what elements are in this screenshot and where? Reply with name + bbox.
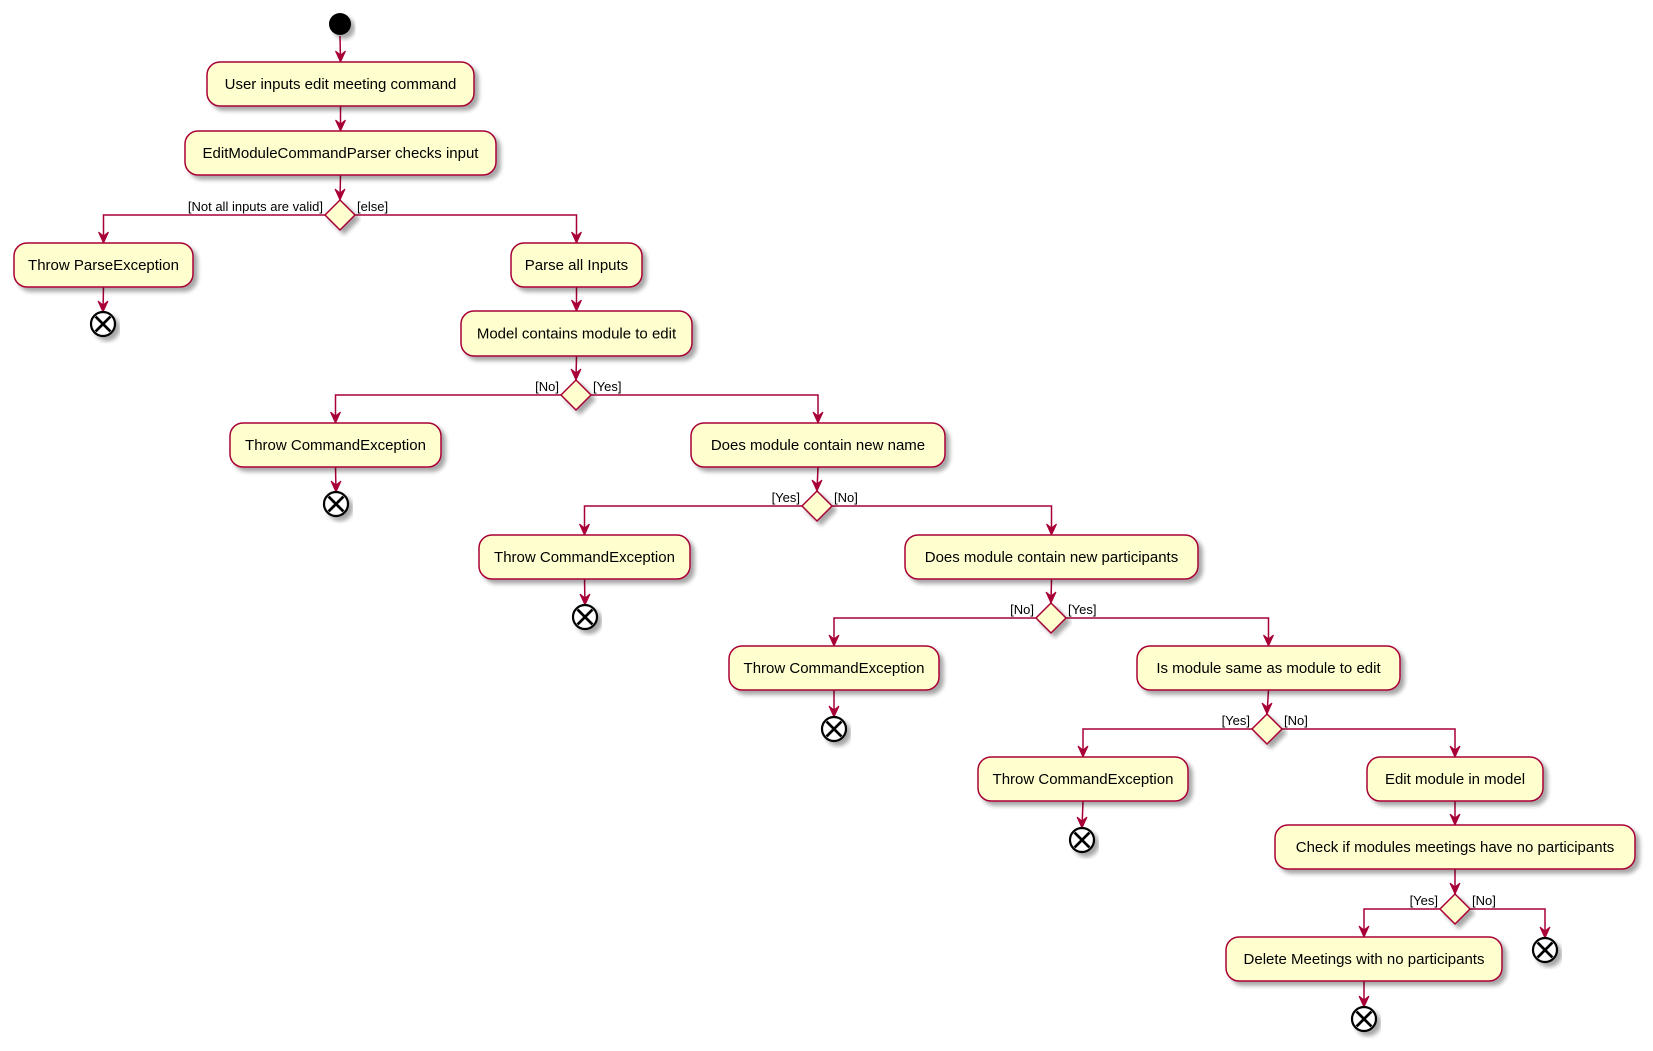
end-node-icon bbox=[1531, 936, 1559, 964]
flow-edge bbox=[828, 690, 840, 719]
activity-a15: Delete Meetings with no participants bbox=[1225, 936, 1503, 982]
flow-edge bbox=[811, 466, 823, 493]
decision-diamond bbox=[800, 489, 834, 523]
guard-label-left: [No] bbox=[535, 379, 559, 394]
end-node-icon bbox=[322, 490, 350, 518]
end-node-icon bbox=[89, 310, 117, 338]
end-node-icon bbox=[820, 715, 848, 743]
flow-edge bbox=[334, 174, 346, 202]
edge-line bbox=[102, 214, 325, 243]
end-node-icon bbox=[1068, 826, 1096, 854]
flow-edge bbox=[1449, 869, 1461, 896]
activity-label: Delete Meetings with no participants bbox=[1244, 951, 1485, 968]
decision-diamond bbox=[1438, 892, 1472, 926]
end-node-icon bbox=[1350, 1005, 1378, 1033]
flow-edge bbox=[98, 214, 325, 245]
activity-label: Check if modules meetings have no partic… bbox=[1296, 839, 1615, 856]
guard-label-left: [Yes] bbox=[1410, 893, 1438, 908]
guard-label-right: [No] bbox=[834, 490, 858, 505]
edge-line bbox=[583, 505, 802, 535]
guard-label-left: [Yes] bbox=[1222, 713, 1250, 728]
activity-a8: Throw CommandException bbox=[478, 534, 691, 580]
end-node-icon bbox=[571, 603, 599, 631]
decision-diamond bbox=[559, 378, 593, 412]
flow-edge bbox=[1449, 801, 1461, 827]
flow-edge bbox=[335, 35, 346, 64]
activity-a13: Edit module in model bbox=[1366, 756, 1544, 802]
guard-label-right: [No] bbox=[1472, 893, 1496, 908]
flow-edge bbox=[828, 617, 1036, 648]
activity-a7: Does module contain new name bbox=[690, 422, 946, 468]
activity-a2: EditModuleCommandParser checks input bbox=[184, 130, 497, 176]
activity-a1: User inputs edit meeting command bbox=[206, 61, 475, 107]
flow-edge bbox=[832, 505, 1057, 537]
flow-edge bbox=[1045, 578, 1057, 605]
decision-diamond bbox=[1250, 712, 1284, 746]
guard-label-left: [Not all inputs are valid] bbox=[188, 199, 323, 214]
edge-line bbox=[1363, 908, 1440, 937]
activity-label: EditModuleCommandParser checks input bbox=[203, 145, 480, 162]
edge-line bbox=[832, 505, 1053, 535]
activity-a5: Model contains module to edit bbox=[460, 310, 693, 357]
activity-label: Does module contain new name bbox=[711, 437, 925, 454]
flow-edge bbox=[591, 394, 824, 425]
activity-a3: Throw ParseException bbox=[13, 242, 194, 288]
activity-label: Edit module in model bbox=[1385, 771, 1525, 788]
activity-label: Throw CommandException bbox=[993, 771, 1174, 788]
flow-edge bbox=[579, 578, 591, 607]
activity-a4: Parse all Inputs bbox=[510, 242, 643, 288]
flow-edge bbox=[1282, 728, 1461, 759]
activity-label: User inputs edit meeting command bbox=[225, 76, 457, 93]
edge-line bbox=[355, 214, 578, 243]
activity-a12: Throw CommandException bbox=[977, 756, 1189, 802]
start-node bbox=[329, 13, 351, 35]
flow-edge bbox=[330, 394, 561, 425]
edge-line bbox=[1082, 728, 1252, 757]
guard-label-left: [No] bbox=[1010, 602, 1034, 617]
activity-diagram: User inputs edit meeting command EditModu… bbox=[13, 13, 1636, 1033]
edge-line bbox=[334, 394, 561, 423]
flow-edge bbox=[1358, 908, 1440, 939]
decision-diamond bbox=[1034, 601, 1068, 635]
guard-label-left: [Yes] bbox=[772, 490, 800, 505]
flow-edge bbox=[1261, 689, 1273, 716]
flow-edge bbox=[1077, 728, 1252, 759]
flow-edge bbox=[1076, 800, 1088, 830]
flow-nodes: User inputs edit meeting command EditModu… bbox=[13, 13, 1636, 1033]
flow-edge bbox=[570, 355, 582, 382]
edge-line bbox=[591, 394, 819, 423]
flow-edge bbox=[1066, 617, 1274, 648]
activity-label: Is module same as module to edit bbox=[1156, 660, 1381, 677]
activity-label: Throw ParseException bbox=[28, 257, 179, 274]
activity-label: Parse all Inputs bbox=[525, 257, 628, 274]
flow-edge bbox=[355, 214, 582, 245]
activity-a14: Check if modules meetings have no partic… bbox=[1274, 824, 1636, 870]
guard-label-right: [else] bbox=[357, 199, 388, 214]
activity-a10: Throw CommandException bbox=[728, 645, 940, 691]
edge-line bbox=[1470, 908, 1546, 938]
activity-a11: Is module same as module to edit bbox=[1136, 645, 1401, 691]
flow-edge bbox=[579, 505, 802, 537]
decision-diamond bbox=[323, 198, 357, 232]
guard-label-right: [Yes] bbox=[1068, 602, 1096, 617]
activity-label: Throw CommandException bbox=[744, 660, 925, 677]
activity-a6: Throw CommandException bbox=[229, 422, 442, 468]
flow-edge bbox=[97, 286, 109, 314]
activity-a9: Does module contain new participants bbox=[904, 534, 1199, 580]
flow-edge bbox=[330, 466, 342, 494]
edge-line bbox=[1066, 617, 1270, 646]
flow-edge bbox=[335, 106, 346, 133]
flow-edge bbox=[1358, 981, 1370, 1009]
activity-label: Throw CommandException bbox=[494, 549, 675, 566]
edge-line bbox=[1282, 728, 1456, 757]
activity-label: Does module contain new participants bbox=[925, 549, 1178, 566]
activity-label: Throw CommandException bbox=[245, 437, 426, 454]
flow-edge bbox=[571, 287, 582, 313]
guard-label-right: [No] bbox=[1284, 713, 1308, 728]
edge-line bbox=[833, 617, 1036, 646]
guard-label-right: [Yes] bbox=[593, 379, 621, 394]
flow-edge bbox=[1470, 908, 1551, 940]
activity-label: Model contains module to edit bbox=[477, 326, 677, 343]
